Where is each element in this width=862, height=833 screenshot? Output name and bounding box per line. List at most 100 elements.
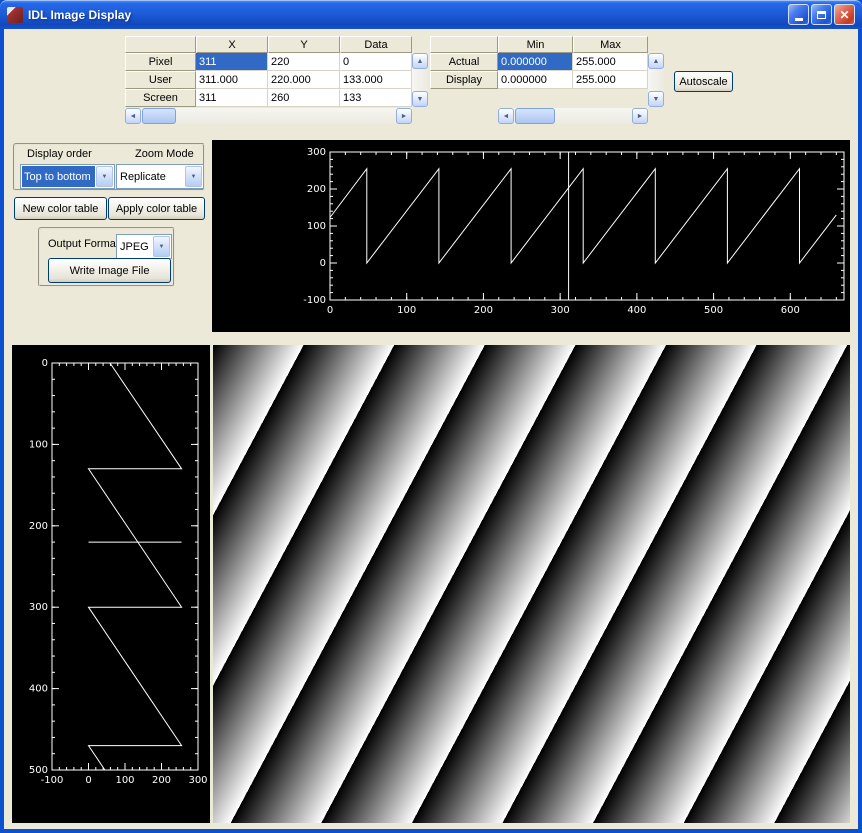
cell-display-max[interactable]: 255.000 <box>573 71 648 89</box>
svg-text:100: 100 <box>307 221 326 232</box>
scroll-up-button[interactable]: ▲ <box>412 53 428 69</box>
row-header-user: User <box>125 71 196 89</box>
close-button[interactable]: ✕ <box>834 4 855 25</box>
chevron-down-icon[interactable]: ▼ <box>185 166 202 187</box>
svg-text:300: 300 <box>307 147 326 158</box>
column-header-max: Max <box>573 36 648 53</box>
position-table-corner <box>125 36 196 53</box>
display-order-value: Top to bottom <box>22 166 95 187</box>
chevron-down-icon[interactable]: ▼ <box>96 166 113 187</box>
scroll-up-button[interactable]: ▲ <box>648 53 664 69</box>
output-group: Output Format JPEG ▼ Write Image File <box>38 227 175 287</box>
scroll-left-icon: ◄ <box>503 113 510 120</box>
svg-text:0: 0 <box>42 358 48 369</box>
scroll-up-icon: ▲ <box>653 58 660 65</box>
display-order-label: Display order <box>27 148 92 160</box>
cell-user-data[interactable]: 133.000 <box>340 71 412 89</box>
cell-pixel-data[interactable]: 0 <box>340 53 412 71</box>
output-format-value: JPEG <box>118 236 152 257</box>
cell-user-x[interactable]: 311.000 <box>196 71 268 89</box>
write-image-file-button[interactable]: Write Image File <box>48 258 171 283</box>
scroll-left-icon: ◄ <box>130 113 137 120</box>
row-profile-plot[interactable]: 0100200300400500600-1000100200300 <box>212 140 850 332</box>
scroll-down-button[interactable]: ▼ <box>648 91 664 107</box>
position-table: X Y Data Pixel 311 220 0 User 311.000 22… <box>125 36 412 107</box>
maximize-icon <box>817 11 826 19</box>
chevron-down-icon[interactable]: ▼ <box>153 236 170 257</box>
position-table-hscroll[interactable]: ◄ ► <box>125 108 412 124</box>
svg-text:500: 500 <box>29 765 48 776</box>
hscroll-thumb[interactable] <box>142 108 176 124</box>
svg-text:-100: -100 <box>303 295 326 306</box>
range-table: Min Max Actual 0.000000 255.000 Display … <box>430 36 648 89</box>
svg-text:500: 500 <box>704 305 723 316</box>
zoom-mode-select[interactable]: Replicate ▼ <box>116 164 204 189</box>
scroll-left-button[interactable]: ◄ <box>498 108 514 124</box>
cell-pixel-y[interactable]: 220 <box>268 53 340 71</box>
cell-display-min[interactable]: 0.000000 <box>498 71 573 89</box>
cell-actual-max[interactable]: 255.000 <box>573 53 648 71</box>
window-title: IDL Image Display <box>28 8 131 22</box>
cell-screen-data[interactable]: 133 <box>340 89 412 107</box>
scroll-right-icon: ► <box>637 113 644 120</box>
svg-text:100: 100 <box>115 775 134 786</box>
svg-text:200: 200 <box>29 521 48 532</box>
column-profile-plot[interactable]: -100 0 100 200 300 0 100 200 300 400 500 <box>12 345 210 823</box>
display-order-select[interactable]: Top to bottom ▼ <box>20 164 115 189</box>
svg-text:-100: -100 <box>41 775 64 786</box>
svg-text:0: 0 <box>327 305 333 316</box>
display-options-group: Display order Zoom Mode Top to bottom ▼ … <box>13 143 205 191</box>
row-header-pixel: Pixel <box>125 53 196 71</box>
scroll-right-icon: ► <box>401 113 408 120</box>
maximize-button[interactable] <box>811 4 832 25</box>
svg-text:200: 200 <box>474 305 493 316</box>
svg-text:200: 200 <box>307 184 326 195</box>
scroll-up-icon: ▲ <box>417 58 424 65</box>
svg-text:200: 200 <box>152 775 171 786</box>
scroll-right-button[interactable]: ► <box>632 108 648 124</box>
svg-text:600: 600 <box>781 305 800 316</box>
svg-text:0: 0 <box>85 775 91 786</box>
scroll-right-button[interactable]: ► <box>396 108 412 124</box>
minimize-button[interactable] <box>788 4 809 25</box>
scroll-down-button[interactable]: ▼ <box>412 91 428 107</box>
main-image[interactable] <box>213 345 850 823</box>
apply-color-table-button[interactable]: Apply color table <box>108 197 205 220</box>
row-header-actual: Actual <box>430 53 498 71</box>
range-table-hscroll[interactable]: ◄ ► <box>498 108 648 124</box>
scroll-down-icon: ▼ <box>653 96 660 103</box>
cell-screen-y[interactable]: 260 <box>268 89 340 107</box>
title-bar[interactable]: IDL Image Display ✕ <box>0 0 862 29</box>
output-format-select[interactable]: JPEG ▼ <box>116 234 172 259</box>
autoscale-button[interactable]: Autoscale <box>674 71 733 92</box>
svg-text:300: 300 <box>29 602 48 613</box>
position-table-vscroll[interactable]: ▲ ▼ <box>412 53 428 107</box>
app-icon <box>7 7 23 23</box>
column-header-data: Data <box>340 36 412 53</box>
close-icon: ✕ <box>839 9 849 21</box>
output-format-label: Output Format <box>48 238 119 250</box>
minimize-icon <box>795 18 803 21</box>
zoom-mode-label: Zoom Mode <box>135 148 194 160</box>
range-table-vscroll[interactable]: ▲ ▼ <box>648 53 664 107</box>
scroll-down-icon: ▼ <box>417 96 424 103</box>
cell-screen-x[interactable]: 311 <box>196 89 268 107</box>
row-header-screen: Screen <box>125 89 196 107</box>
column-header-y: Y <box>268 36 340 53</box>
new-color-table-button[interactable]: New color table <box>14 197 107 220</box>
cell-pixel-x[interactable]: 311 <box>196 53 268 71</box>
row-header-display: Display <box>430 71 498 89</box>
column-header-x: X <box>196 36 268 53</box>
zoom-mode-value: Replicate <box>118 166 184 187</box>
scroll-left-button[interactable]: ◄ <box>125 108 141 124</box>
cell-user-y[interactable]: 220.000 <box>268 71 340 89</box>
cell-actual-min[interactable]: 0.000000 <box>498 53 573 71</box>
svg-text:400: 400 <box>627 305 646 316</box>
window-content: X Y Data Pixel 311 220 0 User 311.000 22… <box>4 29 858 829</box>
svg-text:300: 300 <box>188 775 207 786</box>
window-controls: ✕ <box>786 4 855 25</box>
svg-text:100: 100 <box>29 439 48 450</box>
column-header-min: Min <box>498 36 573 53</box>
hscroll-thumb[interactable] <box>515 108 555 124</box>
svg-text:400: 400 <box>29 684 48 695</box>
